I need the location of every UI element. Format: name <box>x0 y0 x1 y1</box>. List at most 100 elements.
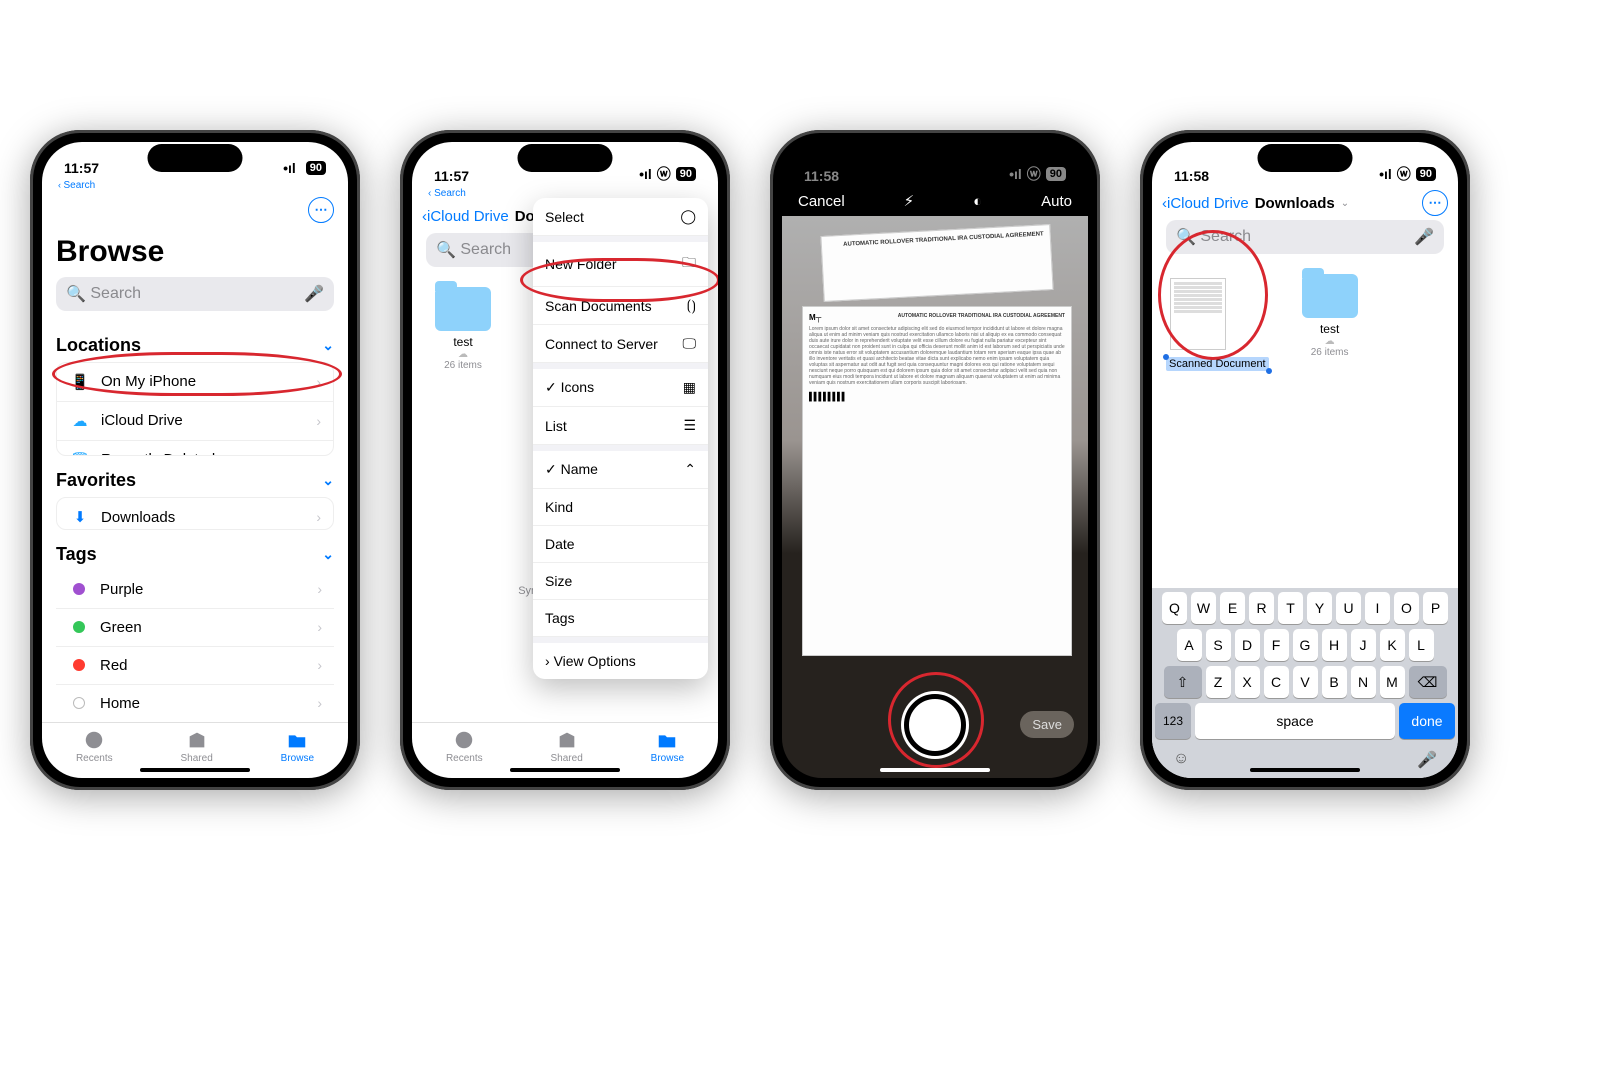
menu-view-list[interactable]: List☰ <box>533 407 708 445</box>
auto-mode[interactable]: Auto <box>1041 193 1072 210</box>
back-button[interactable]: ‹ iCloud Drive <box>422 208 509 225</box>
battery-icon: 90 <box>1046 167 1066 181</box>
wifi-icon: ⓦ <box>1027 164 1041 184</box>
key-c[interactable]: C <box>1264 666 1289 698</box>
cancel-button[interactable]: Cancel <box>798 193 845 210</box>
home-indicator[interactable] <box>140 768 250 772</box>
more-button[interactable]: ⋯ <box>1422 190 1448 216</box>
flash-icon[interactable]: ⚡︎ <box>904 192 915 210</box>
numbers-key[interactable]: 123 <box>1155 703 1191 739</box>
folder-test[interactable]: test ☁︎ 26 items <box>428 287 498 371</box>
key-g[interactable]: G <box>1293 629 1318 661</box>
location-recently-deleted[interactable]: 🗑Recently Deleted› <box>57 441 333 457</box>
download-icon: ⬇︎ <box>69 508 91 526</box>
filename-input[interactable]: Scanned Document <box>1166 357 1269 371</box>
menu-sort-kind[interactable]: Kind <box>533 489 708 526</box>
search-input[interactable]: 🔍 Search 🎤 <box>56 277 334 311</box>
collapse-locations[interactable]: ⌄ <box>322 337 334 354</box>
menu-new-folder[interactable]: New Folder🗀 <box>533 242 708 287</box>
menu-scan-documents[interactable]: Scan Documents⟮⟯ <box>533 287 708 325</box>
tag-green[interactable]: Green› <box>56 609 334 647</box>
key-u[interactable]: U <box>1336 592 1361 624</box>
menu-sort-name[interactable]: ✓ Name⌃ <box>533 451 708 489</box>
key-p[interactable]: P <box>1423 592 1448 624</box>
key-y[interactable]: Y <box>1307 592 1332 624</box>
key-l[interactable]: L <box>1409 629 1434 661</box>
phone-rename: 11:58 •ılⓦ90 ‹ iCloud Drive Downloads ⌄ … <box>1140 130 1470 790</box>
menu-connect-server[interactable]: Connect to Server🖵 <box>533 325 708 363</box>
save-button[interactable]: Save <box>1020 711 1074 738</box>
tab-shared[interactable]: Shared <box>181 729 213 764</box>
tab-browse[interactable]: Browse <box>281 729 314 764</box>
tag-purple[interactable]: Purple› <box>56 571 334 609</box>
select-icon: ◯ <box>680 208 696 225</box>
status-time: 11:57 <box>64 160 99 176</box>
back-button[interactable]: ‹ iCloud Drive <box>1162 195 1249 212</box>
home-indicator[interactable] <box>880 768 990 772</box>
key-d[interactable]: D <box>1235 629 1260 661</box>
tag-dot-icon <box>73 697 85 709</box>
key-o[interactable]: O <box>1394 592 1419 624</box>
home-indicator[interactable] <box>510 768 620 772</box>
scanned-document-preview: M┬AUTOMATIC ROLLOVER TRADITIONAL IRA CUS… <box>802 306 1072 656</box>
tab-recents[interactable]: Recents <box>76 729 113 764</box>
wifi-icon: ⓦ <box>1397 164 1411 184</box>
home-indicator[interactable] <box>1250 768 1360 772</box>
search-icon: 🔍 <box>66 284 90 304</box>
location-icloud-drive[interactable]: ☁︎iCloud Drive› <box>57 402 333 441</box>
back-to-search[interactable]: ‹ Search <box>42 178 348 191</box>
done-key[interactable]: done <box>1399 703 1455 739</box>
backspace-key[interactable]: ⌫ <box>1409 666 1447 698</box>
dictation-key[interactable]: 🎤 <box>1417 750 1437 770</box>
key-n[interactable]: N <box>1351 666 1376 698</box>
signal-icon: •ıl <box>1379 166 1392 182</box>
mic-icon[interactable]: 🎤 <box>304 284 324 304</box>
collapse-favorites[interactable]: ⌄ <box>322 472 334 489</box>
tag-home[interactable]: Home› <box>56 685 334 722</box>
key-s[interactable]: S <box>1206 629 1231 661</box>
key-j[interactable]: J <box>1351 629 1376 661</box>
tab-browse[interactable]: Browse <box>651 729 684 764</box>
menu-view-options[interactable]: › View Options <box>533 643 708 679</box>
menu-view-icons[interactable]: ✓ Icons▦ <box>533 369 708 407</box>
more-button[interactable]: ⋯ <box>308 197 334 223</box>
folder-test[interactable]: test ☁︎ 26 items <box>1295 274 1365 358</box>
key-q[interactable]: Q <box>1162 592 1187 624</box>
search-input[interactable]: 🔍 Search🎤 <box>1166 220 1444 254</box>
key-w[interactable]: W <box>1191 592 1216 624</box>
tab-recents[interactable]: Recents <box>446 729 483 764</box>
mic-icon[interactable]: 🎤 <box>1414 227 1434 247</box>
menu-sort-date[interactable]: Date <box>533 526 708 563</box>
key-a[interactable]: A <box>1177 629 1202 661</box>
battery-icon: 90 <box>1416 167 1436 181</box>
new-folder-icon: 🗀 <box>682 252 696 276</box>
shutter-button[interactable] <box>904 694 966 756</box>
key-m[interactable]: M <box>1380 666 1405 698</box>
key-t[interactable]: T <box>1278 592 1303 624</box>
key-x[interactable]: X <box>1235 666 1260 698</box>
key-v[interactable]: V <box>1293 666 1318 698</box>
key-h[interactable]: H <box>1322 629 1347 661</box>
location-on-my-iphone[interactable]: 📱On My iPhone› <box>57 363 333 402</box>
collapse-tags[interactable]: ⌄ <box>322 546 334 563</box>
favorite-downloads[interactable]: ⬇︎Downloads› <box>57 498 333 529</box>
menu-sort-size[interactable]: Size <box>533 563 708 600</box>
key-i[interactable]: I <box>1365 592 1390 624</box>
emoji-key[interactable]: ☺ <box>1173 750 1189 770</box>
shift-key[interactable]: ⇧ <box>1164 666 1202 698</box>
key-r[interactable]: R <box>1249 592 1274 624</box>
scanned-document-item[interactable] <box>1170 278 1226 350</box>
key-b[interactable]: B <box>1322 666 1347 698</box>
menu-sort-tags[interactable]: Tags <box>533 600 708 637</box>
key-k[interactable]: K <box>1380 629 1405 661</box>
key-e[interactable]: E <box>1220 592 1245 624</box>
tab-shared[interactable]: Shared <box>551 729 583 764</box>
space-key[interactable]: space <box>1195 703 1395 739</box>
filter-icon[interactable]: ◐ <box>973 193 982 210</box>
section-tags: Tags <box>56 544 97 565</box>
key-f[interactable]: F <box>1264 629 1289 661</box>
chevron-down-icon[interactable]: ⌄ <box>1341 198 1349 209</box>
tag-red[interactable]: Red› <box>56 647 334 685</box>
key-z[interactable]: Z <box>1206 666 1231 698</box>
menu-select[interactable]: Select◯ <box>533 198 708 236</box>
